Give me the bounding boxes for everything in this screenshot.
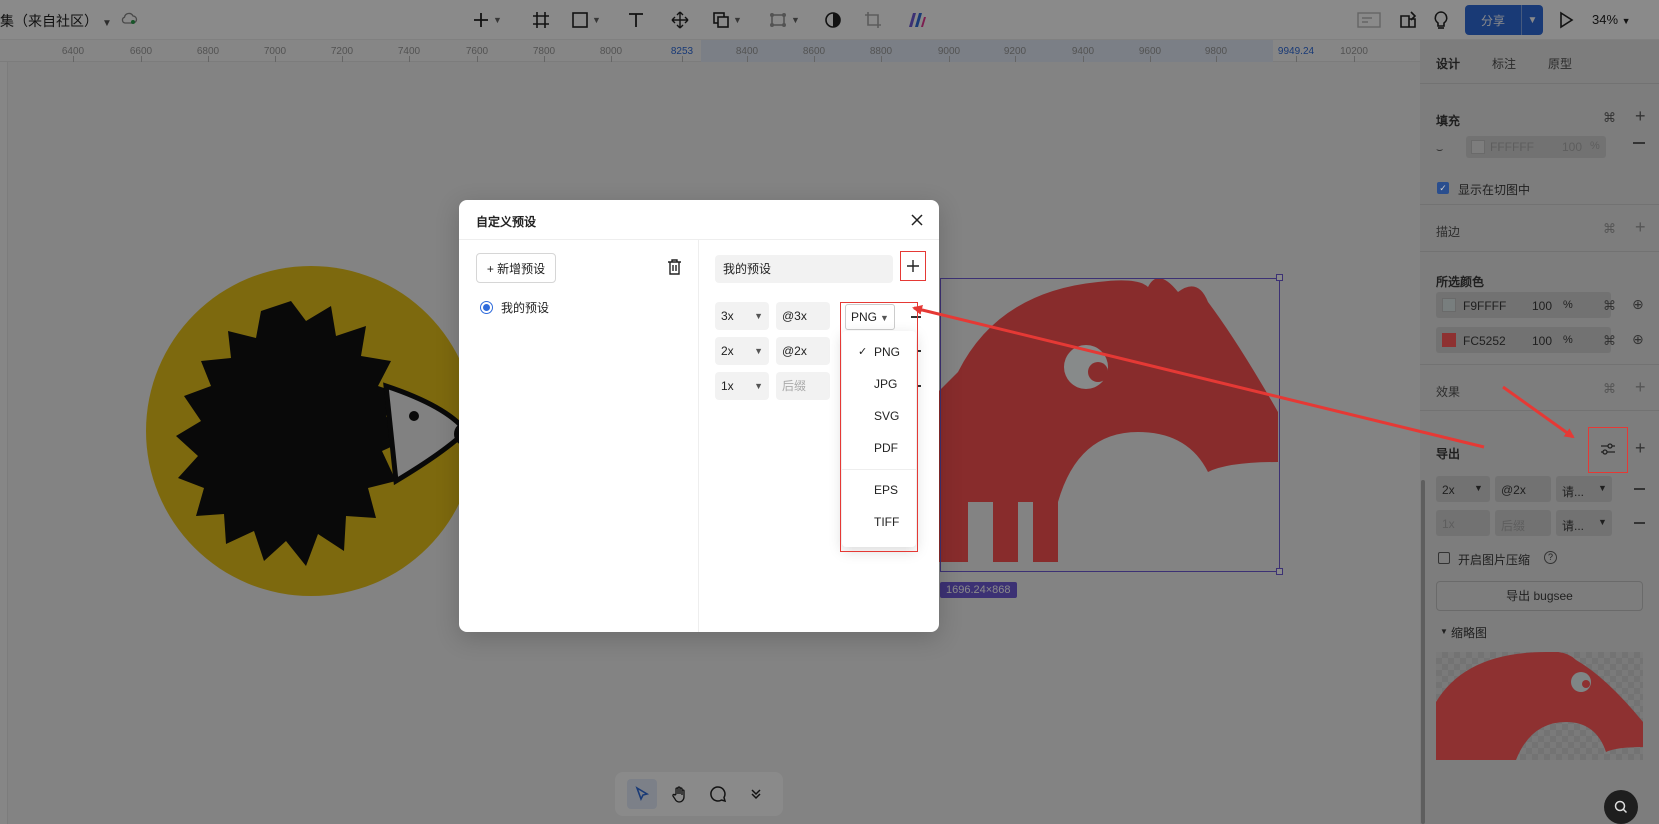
arrow-to-settings [1502, 385, 1575, 439]
annotation-arrows [912, 305, 1575, 449]
arrow-to-format [912, 305, 1485, 449]
